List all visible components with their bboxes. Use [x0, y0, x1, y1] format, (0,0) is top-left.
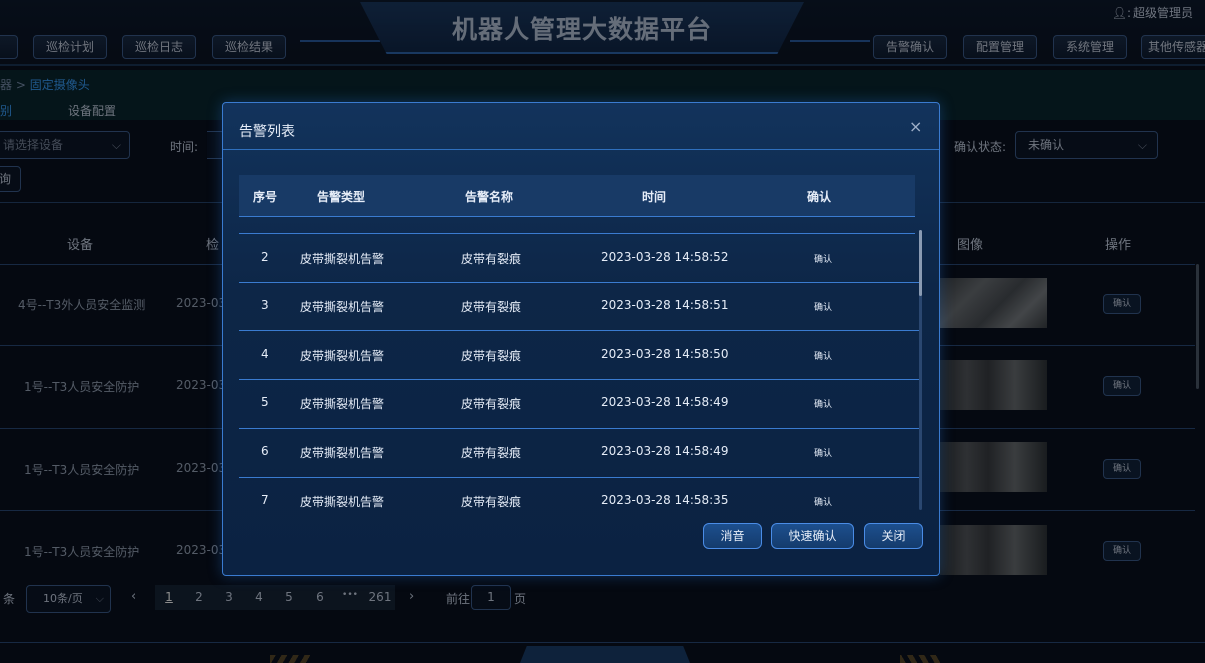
cell-alarm-type: 皮带撕裂机告警 [300, 446, 385, 460]
cell-index: 2 [261, 250, 269, 264]
column-header-alarm-name: 告警名称 [465, 190, 514, 204]
cell-time: 2023-03-28 14:58:49 [601, 444, 729, 458]
cell-alarm-name: 皮带有裂痕 [461, 495, 522, 509]
column-header-alarm-type: 告警类型 [317, 190, 366, 204]
row-divider [239, 282, 919, 283]
cell-index: 5 [261, 395, 269, 409]
cell-alarm-name: 皮带有裂痕 [461, 252, 522, 266]
cell-alarm-name: 皮带有裂痕 [461, 349, 522, 363]
row-divider [239, 330, 919, 331]
cell-time: 2023-03-28 14:58:51 [601, 298, 729, 312]
dialog-table-divider [239, 233, 915, 234]
cell-time: 2023-03-28 14:58:52 [601, 250, 729, 264]
confirm-link[interactable]: 确认 [814, 495, 832, 508]
row-divider [239, 477, 919, 478]
confirm-link[interactable]: 确认 [814, 446, 832, 459]
column-header-confirm: 确认 [807, 190, 832, 204]
confirm-link[interactable]: 确认 [814, 300, 832, 313]
close-button[interactable]: 关闭 [864, 523, 923, 549]
row-divider [239, 428, 919, 429]
quick-confirm-button[interactable]: 快速确认 [771, 523, 854, 549]
cell-index: 7 [261, 493, 269, 507]
dialog-header-divider [223, 149, 939, 150]
confirm-link[interactable]: 确认 [814, 252, 832, 265]
row-divider [239, 379, 919, 380]
cell-time: 2023-03-28 14:58:50 [601, 347, 729, 361]
cell-alarm-type: 皮带撕裂机告警 [300, 252, 385, 266]
cell-index: 6 [261, 444, 269, 458]
cell-alarm-name: 皮带有裂痕 [461, 397, 522, 411]
confirm-link[interactable]: 确认 [814, 349, 832, 362]
alarm-list-dialog: 告警列表 × 序号 告警类型 告警名称 时间 确认 2 皮带撕裂机告警 皮带有裂… [222, 102, 940, 576]
cell-alarm-type: 皮带撕裂机告警 [300, 300, 385, 314]
cell-index: 3 [261, 298, 269, 312]
cell-time: 2023-03-28 14:58:35 [601, 493, 729, 507]
cell-index: 4 [261, 347, 269, 361]
cell-alarm-type: 皮带撕裂机告警 [300, 495, 385, 509]
column-header-index: 序号 [253, 190, 278, 204]
cell-alarm-type: 皮带撕裂机告警 [300, 349, 385, 363]
cell-alarm-type: 皮带撕裂机告警 [300, 397, 385, 411]
cell-time: 2023-03-28 14:58:49 [601, 395, 729, 409]
close-icon[interactable]: × [909, 117, 922, 136]
dialog-title: 告警列表 [239, 124, 295, 140]
dialog-scrollbar-thumb[interactable] [919, 230, 922, 296]
cell-alarm-name: 皮带有裂痕 [461, 446, 522, 460]
confirm-link[interactable]: 确认 [814, 397, 832, 410]
mute-button[interactable]: 消音 [703, 523, 762, 549]
column-header-time: 时间 [642, 190, 667, 204]
cell-alarm-name: 皮带有裂痕 [461, 300, 522, 314]
